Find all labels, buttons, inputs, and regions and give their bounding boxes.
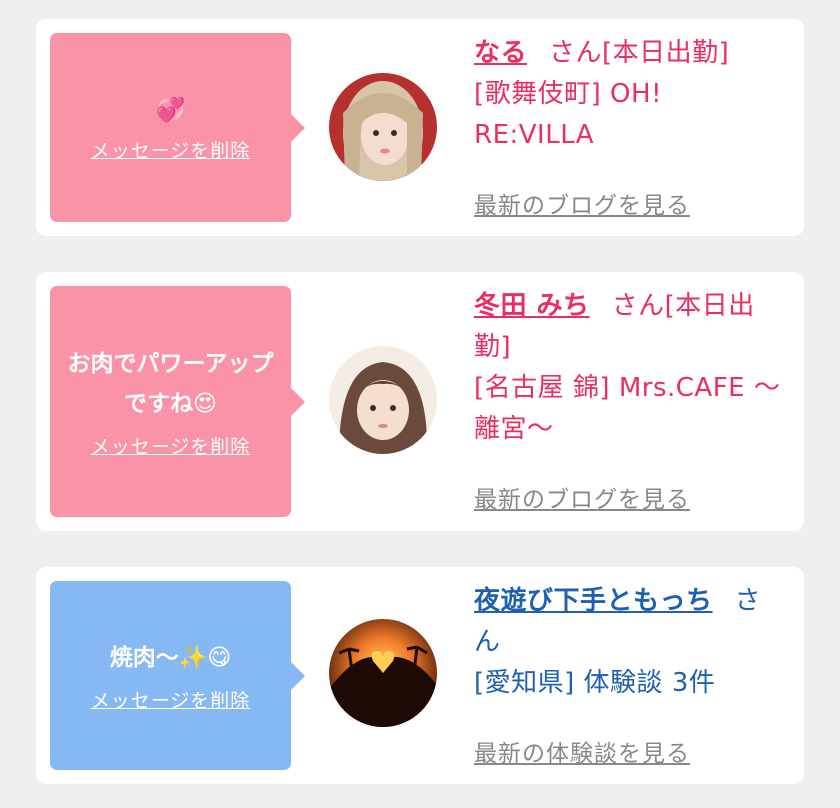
message-bubble: 💞 メッセージを削除 — [50, 33, 305, 222]
message-emoji: 💞 — [155, 96, 186, 124]
sender-info: 夜遊び下手ともっち さん [愛知県] 体験談 3件 — [474, 581, 784, 704]
sender-info: なる さん[本日出勤] [歌舞伎町] OH! RE:VILLA — [474, 33, 784, 156]
message-card: お肉でパワーアップですね😍 メッセージを削除 冬田 みち さん[本日出勤] [名古… — [36, 272, 804, 531]
avatar[interactable] — [329, 73, 437, 181]
message-bubble: 焼肉〜✨😋 メッセージを削除 — [50, 581, 305, 770]
message-text: お肉でパワーアップですね😍 — [67, 351, 274, 417]
avatar[interactable] — [329, 346, 437, 454]
message-card: 💞 メッセージを削除 なる さん[本日出勤] [歌舞伎町] OH! RE:VILL… — [36, 19, 804, 236]
message-card: 焼肉〜✨😋 メッセージを削除 夜遊び下手ともっち さん [愛知県] 体験談 3件 … — [36, 567, 804, 784]
latest-blog-link[interactable]: 最新のブログを見る — [474, 480, 690, 514]
latest-blog-link[interactable]: 最新のブログを見る — [474, 186, 690, 220]
shop-info: [愛知県] 体験談 3件 — [474, 668, 716, 698]
shop-info: [名古屋 錦] Mrs.CAFE 〜離宮〜 — [474, 373, 781, 444]
sender-name[interactable]: 冬田 みち — [474, 291, 590, 321]
sender-info: 冬田 みち さん[本日出勤] [名古屋 錦] Mrs.CAFE 〜離宮〜 — [474, 286, 784, 450]
delete-message-link[interactable]: メッセージを削除 — [91, 686, 251, 713]
shop-info: [歌舞伎町] OH! RE:VILLA — [474, 79, 662, 150]
message-text: 焼肉〜✨😋 — [109, 645, 232, 671]
sender-name[interactable]: 夜遊び下手ともっち — [474, 586, 713, 616]
latest-review-link[interactable]: 最新の体験談を見る — [474, 734, 690, 768]
delete-message-link[interactable]: メッセージを削除 — [91, 432, 251, 459]
message-bubble: お肉でパワーアップですね😍 メッセージを削除 — [50, 286, 305, 517]
sender-status: さん[本日出勤] — [549, 38, 730, 68]
avatar[interactable] — [329, 619, 437, 727]
delete-message-link[interactable]: メッセージを削除 — [91, 136, 251, 163]
sender-name[interactable]: なる — [474, 38, 527, 68]
